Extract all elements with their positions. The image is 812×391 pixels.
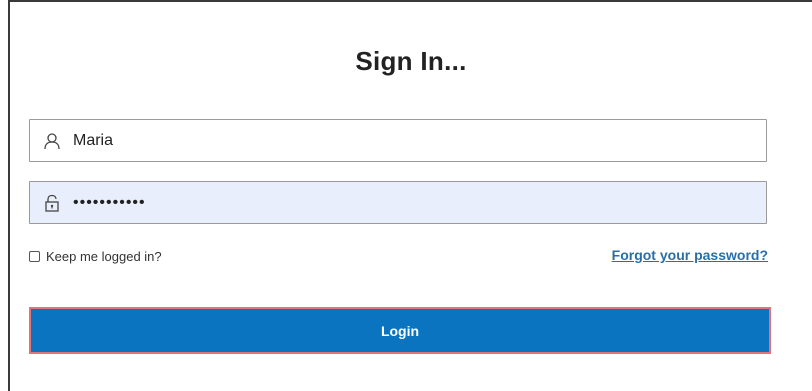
- login-button[interactable]: Login: [29, 307, 771, 354]
- forgot-password-link[interactable]: Forgot your password?: [612, 247, 768, 263]
- remember-me[interactable]: Keep me logged in?: [29, 249, 162, 264]
- remember-me-label: Keep me logged in?: [46, 249, 162, 264]
- user-icon: [42, 131, 62, 151]
- password-field[interactable]: [29, 181, 767, 224]
- lock-icon: [42, 193, 62, 213]
- username-field[interactable]: [29, 119, 767, 162]
- sign-in-form: Sign In... Keep me logged in? Forgot you…: [10, 2, 812, 391]
- password-input[interactable]: [73, 182, 753, 223]
- page-title: Sign In...: [355, 46, 467, 76]
- remember-me-checkbox[interactable]: [29, 251, 40, 262]
- username-input[interactable]: [73, 120, 753, 161]
